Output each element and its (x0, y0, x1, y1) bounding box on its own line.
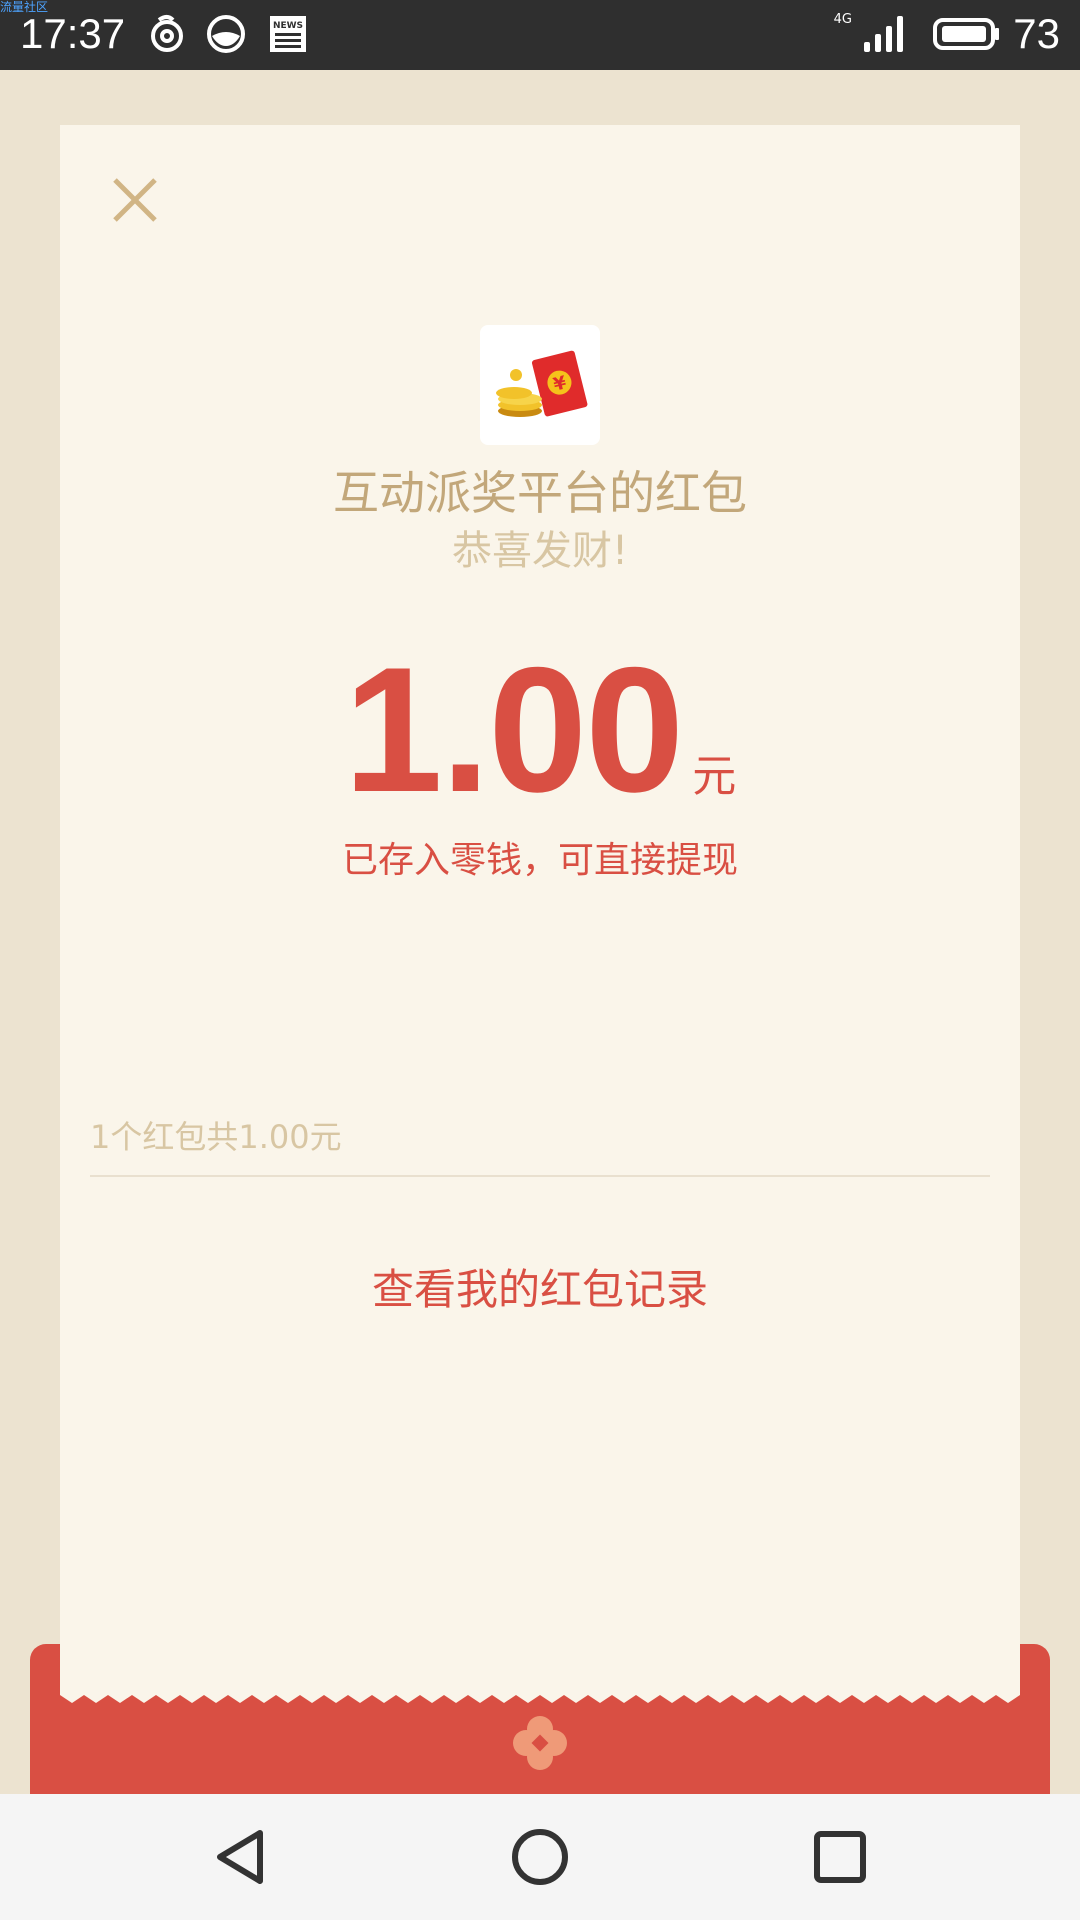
news-icon: NEWS (270, 16, 306, 52)
home-icon[interactable] (510, 1827, 570, 1887)
flower-ornament-icon (513, 1716, 567, 1770)
svg-text:NEWS: NEWS (273, 21, 303, 31)
netease-cloud-music-icon (151, 15, 183, 52)
status-right: 73 (999, 8, 1060, 60)
back-icon[interactable] (210, 1827, 270, 1887)
packet-summary: 1个红包共1.00元 (90, 1118, 342, 1156)
sender-name: 互动派奖平台的红包 (333, 466, 747, 520)
redpacket-detail-card: ¥ 互动派奖平台的红包 恭喜发财! 1.00 元 已存入零钱，可直接提现 1个红包… (60, 125, 1020, 1695)
recents-icon[interactable] (810, 1827, 870, 1887)
browser-icon (207, 15, 245, 53)
red-envelope-coins-icon: ¥ (496, 350, 588, 417)
status-time: 17:37 (20, 10, 126, 57)
network-type: 4G (833, 12, 852, 27)
amount-unit: 元 (692, 751, 737, 802)
greeting-message: 恭喜发财! (451, 528, 629, 574)
close-icon[interactable] (100, 165, 170, 235)
battery-percent: 73 (1013, 10, 1060, 57)
status-bar: 流量社区 17:37 NEWS 4G 73 (0, 0, 1080, 70)
system-nav-bar (0, 1794, 1080, 1920)
signal-icon (864, 16, 903, 52)
amount-value: 1.00 (343, 630, 684, 829)
deposit-note: 已存入零钱，可直接提现 (341, 840, 738, 881)
battery-icon (933, 18, 999, 50)
amount-display: 1.00 元 (60, 641, 1020, 819)
card-zigzag-edge (60, 1685, 1020, 1703)
view-records-link[interactable]: 查看我的红包记录 (60, 1260, 1020, 1320)
sender-avatar: ¥ (480, 325, 600, 445)
divider (90, 1175, 990, 1177)
